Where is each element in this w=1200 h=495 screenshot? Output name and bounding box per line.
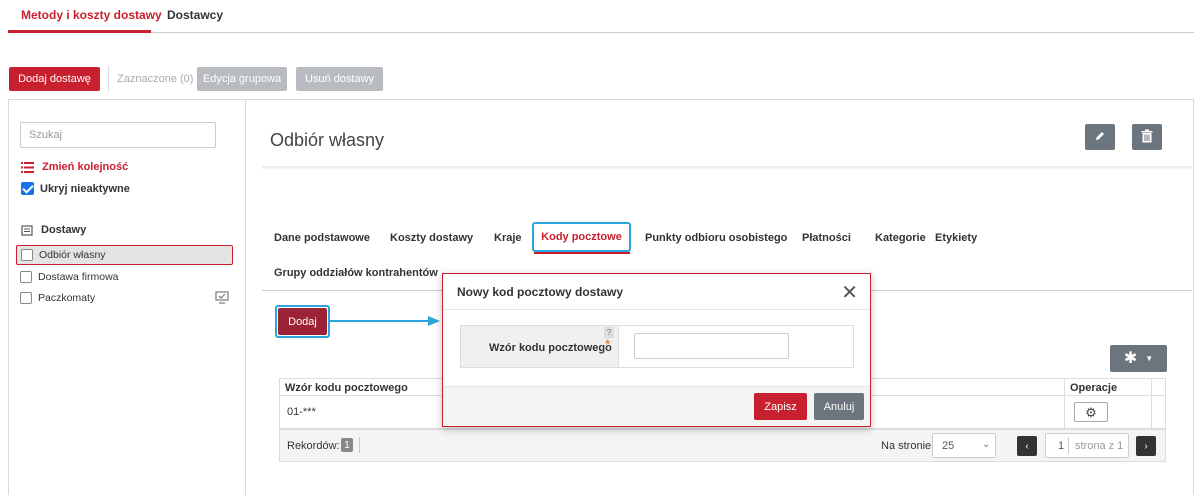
- field-label: Wzór kodu pocztowego: [489, 342, 612, 354]
- toolbar-divider: [108, 66, 109, 92]
- col-divider: [1151, 378, 1152, 429]
- page-input[interactable]: 1 strona z 1: [1045, 433, 1129, 458]
- per-page-label: Na stronie: [881, 440, 932, 452]
- pager-divider: [359, 437, 360, 453]
- list-icon: [21, 161, 34, 173]
- cancel-button[interactable]: Anuluj: [814, 393, 864, 420]
- tab-delivery-methods[interactable]: Metody i koszty dostawy: [21, 8, 162, 22]
- per-page-value: 25: [942, 440, 955, 452]
- reorder-link[interactable]: Zmień kolejność: [21, 161, 128, 173]
- title-divider: [262, 166, 1192, 170]
- tree-root-label: Dostawy: [41, 224, 87, 236]
- tab-pickup-points[interactable]: Punkty odbioru osobistego: [645, 232, 787, 244]
- col-pattern-header: Wzór kodu pocztowego: [285, 382, 408, 394]
- hide-inactive-toggle[interactable]: Ukryj nieaktywne: [21, 182, 130, 195]
- tab-delivery-costs[interactable]: Koszty dostawy: [390, 232, 473, 244]
- chevron-left-icon: ‹: [1025, 440, 1029, 452]
- required-mark: *: [605, 336, 611, 352]
- close-icon[interactable]: ✕: [841, 280, 858, 305]
- delete-button[interactable]: [1132, 124, 1162, 150]
- add-delivery-button[interactable]: Dodaj dostawę: [9, 67, 100, 91]
- col-divider: [1064, 378, 1065, 429]
- tab-suppliers[interactable]: Dostawcy: [167, 8, 223, 22]
- tab-basic-data[interactable]: Dane podstawowe: [274, 232, 370, 244]
- active-tab-underline: [8, 30, 151, 33]
- dialog-title: Nowy kod pocztowy dostawy: [457, 285, 624, 299]
- tabs-divider: [8, 32, 1194, 33]
- trash-icon: [1141, 129, 1153, 146]
- sidebar-item-paczkomaty[interactable]: Paczkomaty: [16, 288, 233, 308]
- dialog-header-divider: [443, 309, 870, 310]
- prev-page-button[interactable]: ‹: [1017, 436, 1037, 456]
- item-checkbox[interactable]: [20, 292, 32, 304]
- delete-deliveries-button[interactable]: Usuń dostawy: [296, 67, 383, 91]
- pencil-icon: [1094, 130, 1106, 145]
- hide-inactive-checkbox[interactable]: [21, 182, 34, 195]
- page-of-label: strona z 1: [1075, 440, 1124, 452]
- table-row-pattern: 01-***: [287, 406, 316, 418]
- search-input[interactable]: [20, 122, 216, 148]
- chevron-down-icon: ⌄: [982, 439, 991, 450]
- tools-dropdown-button[interactable]: ✱ ▼: [1110, 345, 1167, 372]
- sidebar-item-label: Odbiór własny: [39, 249, 106, 261]
- col-ops-header: Operacje: [1070, 382, 1118, 394]
- form-row: ? Wzór kodu pocztowego *: [460, 325, 854, 368]
- monitor-icon: [215, 291, 229, 307]
- tools-icon: ✱: [1123, 349, 1138, 367]
- sidebar-item-dostawa-firmowa[interactable]: Dostawa firmowa: [16, 267, 233, 287]
- caret-down-icon: ▼: [1145, 354, 1154, 363]
- row-settings-button[interactable]: ⚙: [1074, 402, 1108, 422]
- tab-postal-codes[interactable]: Kody pocztowe: [532, 222, 631, 252]
- form-label-cell: ? Wzór kodu pocztowego *: [461, 326, 619, 367]
- active-subtab-underline: [534, 252, 630, 254]
- page-title: Odbiór własny: [270, 130, 385, 150]
- new-postal-code-dialog: Nowy kod pocztowy dostawy ✕ ? Wzór kodu …: [442, 273, 871, 427]
- sidebar-item-label: Dostawa firmowa: [38, 271, 119, 283]
- arrow-icon: [330, 316, 440, 326]
- tab-countries[interactable]: Kraje: [494, 232, 522, 244]
- postal-pattern-input[interactable]: [634, 333, 789, 359]
- save-button[interactable]: Zapisz: [754, 393, 807, 420]
- hide-inactive-label: Ukryj nieaktywne: [40, 182, 130, 195]
- bulk-edit-button[interactable]: Edycja grupowa: [197, 67, 287, 91]
- edit-button[interactable]: [1085, 124, 1115, 150]
- sidebar-item-label: Paczkomaty: [38, 292, 96, 304]
- item-checkbox[interactable]: [20, 271, 32, 283]
- records-count-badge: 1: [341, 438, 353, 452]
- tab-payments[interactable]: Płatności: [802, 232, 851, 244]
- next-page-button[interactable]: ›: [1136, 436, 1156, 456]
- dialog-footer: Zapisz Anuluj: [443, 386, 870, 426]
- reorder-label: Zmień kolejność: [42, 161, 129, 173]
- page-value: 1: [1058, 440, 1065, 452]
- tab-branch-groups[interactable]: Grupy oddziałów kontrahentów: [274, 267, 438, 279]
- add-postal-code-button[interactable]: Dodaj: [278, 308, 327, 335]
- tree-root: Dostawy: [21, 224, 86, 236]
- item-checkbox[interactable]: [21, 249, 33, 261]
- gear-icon: ⚙: [1085, 404, 1097, 420]
- selected-count: Zaznaczone (0): [117, 73, 194, 85]
- tab-labels[interactable]: Etykiety: [935, 232, 977, 244]
- chevron-right-icon: ›: [1144, 440, 1148, 452]
- records-label: Rekordów:: [287, 440, 340, 452]
- page-input-divider: [1068, 437, 1069, 454]
- sidebar-item-odbior-wlasny[interactable]: Odbiór własny: [16, 245, 233, 265]
- per-page-select[interactable]: 25 ⌄: [932, 433, 996, 458]
- folder-icon: [21, 224, 33, 236]
- tab-categories[interactable]: Kategorie: [875, 232, 926, 244]
